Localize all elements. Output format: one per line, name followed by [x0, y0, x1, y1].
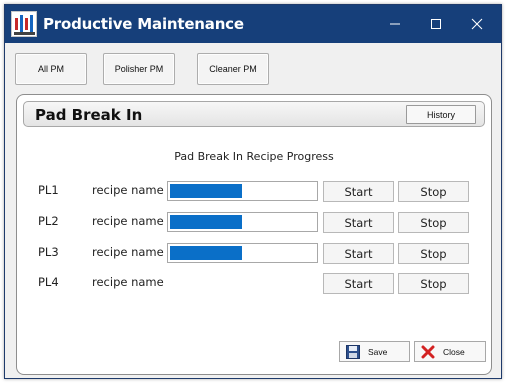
- app-logo-icon: [11, 11, 37, 37]
- save-icon: [346, 344, 360, 359]
- start-button[interactable]: Start: [323, 273, 394, 294]
- main-window: Productive Maintenance All PM Polisher P…: [4, 4, 502, 379]
- row-label: PL1: [38, 183, 59, 197]
- close-icon: [471, 18, 483, 30]
- start-button[interactable]: Start: [323, 243, 394, 264]
- progress-fill: [170, 184, 242, 198]
- panel-title: Pad Break In: [35, 106, 143, 124]
- close-x-icon: [421, 345, 435, 359]
- save-label: Save: [368, 346, 388, 357]
- stop-button[interactable]: Stop: [398, 181, 469, 202]
- row-label: PL3: [38, 245, 59, 259]
- recipe-progress-bar: [167, 243, 318, 263]
- recipe-name: recipe name: [92, 275, 164, 289]
- history-button[interactable]: History: [406, 105, 476, 124]
- panel-header: Pad Break In History: [23, 101, 485, 127]
- stop-button[interactable]: Stop: [398, 273, 469, 294]
- progress-heading: Pad Break In Recipe Progress: [174, 150, 334, 163]
- row-label: PL4: [38, 275, 59, 289]
- minimize-button[interactable]: [375, 5, 415, 43]
- close-button[interactable]: Close: [414, 341, 486, 362]
- recipe-name: recipe name: [92, 183, 164, 197]
- start-button[interactable]: Start: [323, 181, 394, 202]
- minimize-icon: [390, 23, 400, 25]
- pad-break-in-panel: Pad Break In History Pad Break In Recipe…: [16, 94, 492, 375]
- cleaner-pm-button[interactable]: Cleaner PM: [197, 53, 269, 85]
- maximize-icon: [431, 19, 441, 29]
- title-bar[interactable]: Productive Maintenance: [5, 5, 501, 43]
- recipe-progress-bar: [167, 212, 318, 232]
- start-button[interactable]: Start: [323, 212, 394, 233]
- progress-fill: [170, 246, 242, 260]
- close-label: Close: [443, 346, 465, 357]
- all-pm-button[interactable]: All PM: [15, 53, 87, 85]
- row-label: PL2: [38, 214, 59, 228]
- progress-fill: [170, 215, 242, 229]
- save-button[interactable]: Save: [339, 341, 410, 362]
- recipe-progress-bar: [167, 181, 318, 201]
- close-window-button[interactable]: [457, 5, 497, 43]
- stop-button[interactable]: Stop: [398, 243, 469, 264]
- recipe-name: recipe name: [92, 245, 164, 259]
- stop-button[interactable]: Stop: [398, 212, 469, 233]
- window-title: Productive Maintenance: [43, 15, 244, 33]
- maximize-button[interactable]: [416, 5, 456, 43]
- recipe-name: recipe name: [92, 214, 164, 228]
- polisher-pm-button[interactable]: Polisher PM: [103, 53, 175, 85]
